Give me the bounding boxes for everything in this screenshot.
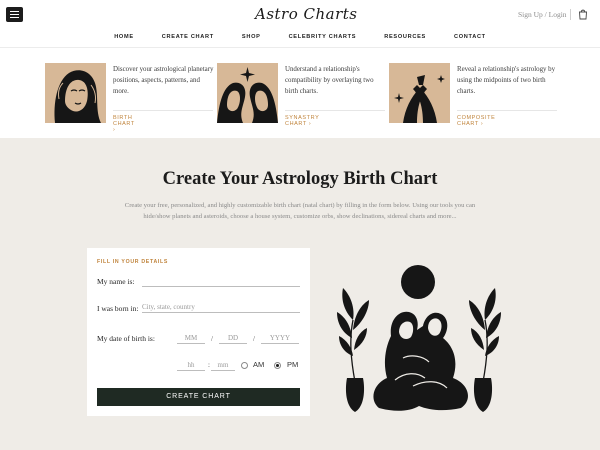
nav-item-contact[interactable]: CONTACT <box>454 34 486 44</box>
birthplace-input[interactable] <box>142 301 300 313</box>
feature-description: Discover your astrological planetary pos… <box>113 66 214 95</box>
site-header: Astro Charts Sign Up / Login HOME CREATE… <box>0 0 600 48</box>
feature-description: Understand a relationship's compatibilit… <box>285 66 374 95</box>
pm-label: PM <box>287 360 299 369</box>
page-title: Create Your Astrology Birth Chart <box>162 169 438 189</box>
synastry-chart-link[interactable]: SYNASTRY CHART › <box>285 115 319 127</box>
name-label: My name is: <box>97 277 135 286</box>
header-divider <box>570 9 571 20</box>
nav-item-resources[interactable]: RESOURCES <box>384 34 426 44</box>
birth-minute-input[interactable] <box>211 359 235 371</box>
am-radio[interactable] <box>241 362 248 369</box>
shopping-bag-icon[interactable] <box>577 8 589 20</box>
chevron-right-icon: › <box>308 121 312 127</box>
chart-types-section: Discover your astrological planetary pos… <box>0 49 600 138</box>
feature-description: Reveal a relationship's astrology by usi… <box>457 66 556 95</box>
dob-day-input[interactable] <box>219 332 247 344</box>
pm-radio[interactable] <box>274 362 281 369</box>
nav-item-create-chart[interactable]: CREATE CHART <box>162 34 214 44</box>
couple-faces-star-illustration[interactable] <box>217 63 278 123</box>
birth-details-form: FILL IN YOUR DETAILS My name is: I was b… <box>87 248 310 416</box>
dob-month-input[interactable] <box>177 332 205 344</box>
nav-item-shop[interactable]: SHOP <box>242 34 261 44</box>
site-logo[interactable]: Astro Charts <box>255 3 358 27</box>
composite-chart-link[interactable]: COMPOSITE CHART › <box>457 115 495 127</box>
link-label: COMPOSITE CHART <box>457 115 496 127</box>
dob-year-input[interactable] <box>261 332 299 344</box>
chevron-right-icon: › <box>480 121 484 127</box>
birth-chart-link[interactable]: BIRTH CHART › <box>113 115 135 133</box>
main-nav: HOME CREATE CHART SHOP CELEBRITY CHARTS … <box>0 34 600 44</box>
signup-login-link[interactable]: Sign Up / Login <box>518 10 567 19</box>
create-chart-button[interactable]: CREATE CHART <box>97 388 300 406</box>
women-sun-plants-illustration <box>337 265 501 412</box>
dob-label: My date of birth is: <box>97 334 155 343</box>
nav-item-home[interactable]: HOME <box>114 34 134 44</box>
link-label: BIRTH CHART <box>113 115 135 127</box>
woman-portrait-illustration[interactable] <box>45 63 106 123</box>
name-input[interactable] <box>142 275 300 287</box>
am-label: AM <box>253 360 265 369</box>
birth-hour-input[interactable] <box>177 359 205 371</box>
create-chart-section: Create Your Astrology Birth Chart Create… <box>0 138 600 450</box>
birthplace-label: I was born in: <box>97 304 139 313</box>
joined-hands-illustration[interactable] <box>389 63 450 123</box>
hamburger-menu-icon[interactable] <box>6 7 23 22</box>
form-heading: FILL IN YOUR DETAILS <box>97 259 169 265</box>
time-separator: : <box>208 361 210 369</box>
feature-divider <box>285 110 385 111</box>
logo-text: Astro Charts <box>255 5 358 23</box>
nav-item-celebrity-charts[interactable]: CELEBRITY CHARTS <box>289 34 357 44</box>
chevron-right-icon: › <box>113 127 116 133</box>
feature-divider <box>457 110 557 111</box>
page-subtitle: Create your free, personalized, and high… <box>124 202 476 220</box>
date-separator: / <box>253 335 255 343</box>
date-separator: / <box>211 335 213 343</box>
feature-divider <box>113 110 213 111</box>
link-label: SYNASTRY CHART <box>285 115 320 127</box>
